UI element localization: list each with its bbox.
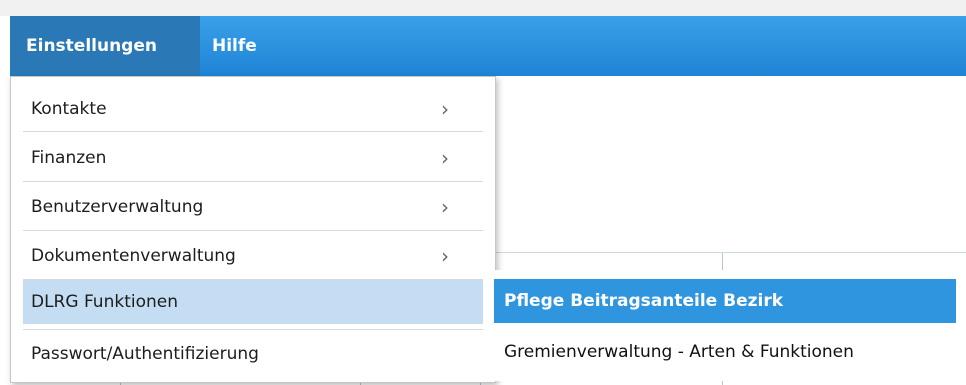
- chevron-right-icon: ›: [441, 195, 449, 219]
- chevron-right-icon: ›: [441, 146, 449, 170]
- chevron-right-icon: ›: [441, 97, 449, 121]
- menu-separator: [23, 181, 483, 182]
- dlrg-funktionen-submenu: Pflege Beitragsanteile Bezirk Gremienver…: [484, 270, 966, 381]
- menu-item-benutzerverwaltung[interactable]: Benutzerverwaltung ›: [23, 185, 483, 229]
- chevron-right-icon: ›: [441, 244, 449, 268]
- menu-item-dokumentenverwaltung[interactable]: Dokumentenverwaltung ›: [23, 234, 483, 278]
- menu-separator: [23, 230, 483, 231]
- window-top-strip: [0, 0, 966, 16]
- submenu-item-pflege-beitragsanteile[interactable]: Pflege Beitragsanteile Bezirk: [494, 279, 956, 323]
- menu-separator: [23, 131, 483, 132]
- menu-item-label: Benutzerverwaltung: [31, 197, 204, 217]
- menu-item-dlrg-funktionen[interactable]: DLRG Funktionen: [23, 280, 483, 324]
- menu-item-label: Kontakte: [31, 99, 107, 119]
- menu-item-passwort-authentifizierung[interactable]: Passwort/Authentifizierung: [23, 332, 483, 376]
- menu-separator: [23, 329, 483, 330]
- menu-item-label: Dokumentenverwaltung: [31, 246, 236, 266]
- menu-einstellungen[interactable]: Einstellungen: [10, 16, 200, 76]
- einstellungen-dropdown: Kontakte › Finanzen › Benutzerverwaltung…: [10, 76, 496, 383]
- menu-item-label: DLRG Funktionen: [31, 292, 178, 312]
- menu-item-label: Passwort/Authentifizierung: [31, 344, 259, 364]
- menubar: Einstellungen Hilfe: [10, 16, 966, 76]
- menu-hilfe[interactable]: Hilfe: [200, 16, 269, 76]
- menu-item-label: Finanzen: [31, 148, 107, 168]
- submenu-item-gremienverwaltung[interactable]: Gremienverwaltung - Arten & Funktionen: [494, 330, 966, 374]
- menu-item-kontakte[interactable]: Kontakte ›: [23, 87, 483, 131]
- menu-item-finanzen[interactable]: Finanzen ›: [23, 136, 483, 180]
